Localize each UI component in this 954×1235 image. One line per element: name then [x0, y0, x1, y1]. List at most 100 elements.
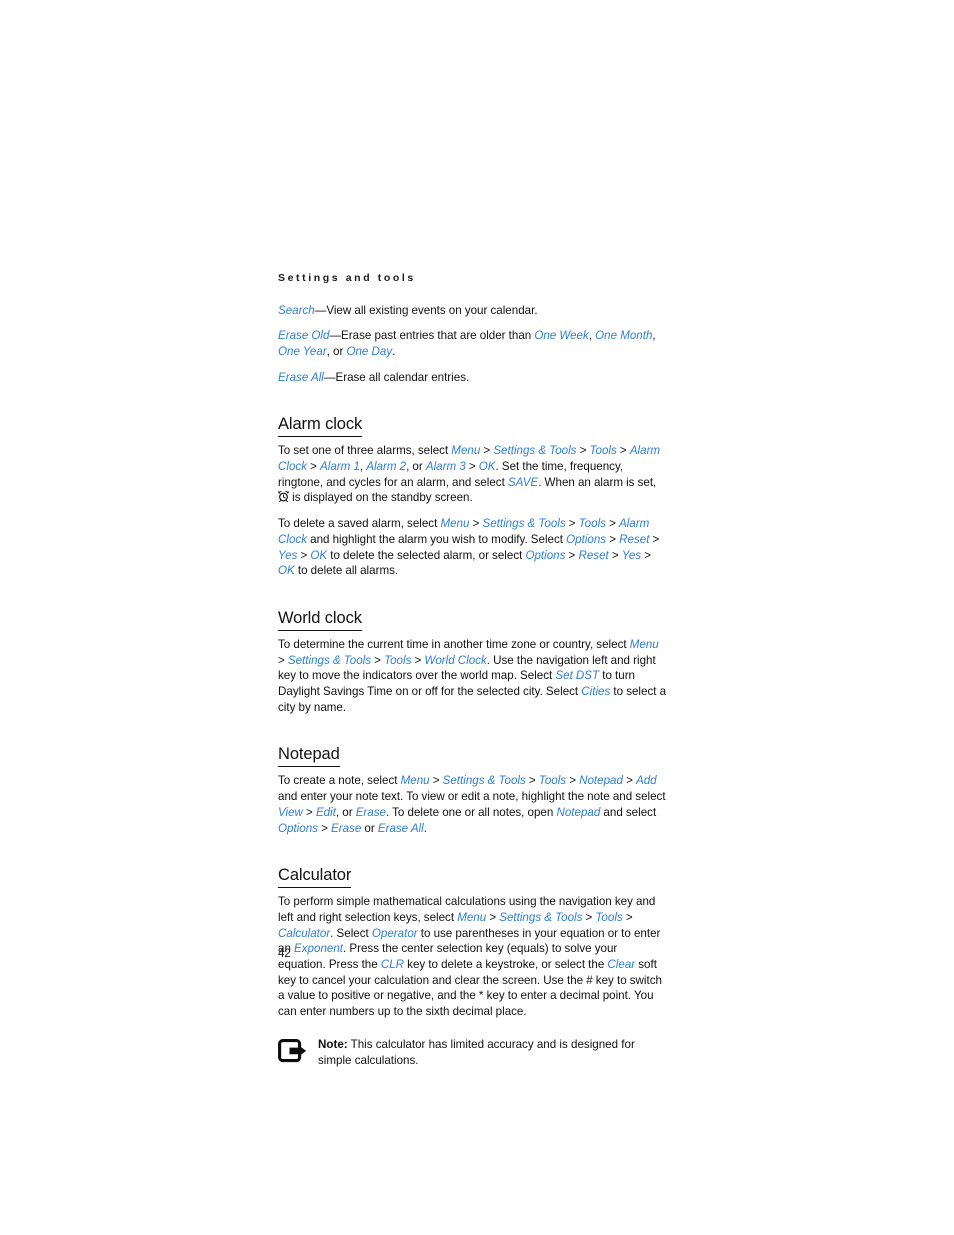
menu-path-link[interactable]: Erase All: [378, 822, 424, 835]
menu-path-link[interactable]: Reset: [619, 533, 649, 546]
menu-path-link[interactable]: Tools: [595, 911, 622, 924]
note-body: This calculator has limited accuracy and…: [318, 1037, 635, 1067]
menu-path-link[interactable]: Notepad: [556, 806, 600, 819]
path-separator: >: [429, 774, 443, 788]
menu-path-link[interactable]: Add: [636, 774, 657, 787]
sections-container: Alarm clock To set one of three alarms, s…: [278, 395, 668, 1019]
body-text: to delete all alarms.: [294, 564, 399, 578]
menu-path-link[interactable]: Erase: [331, 822, 361, 835]
menu-path-link[interactable]: Tools: [579, 517, 606, 530]
path-separator: >: [480, 444, 494, 458]
menu-path-link[interactable]: Settings & Tools: [493, 444, 576, 457]
body-text: , or: [335, 805, 356, 819]
path-separator: >: [565, 548, 579, 562]
page-content-column: Settings and tools Search—View all exist…: [278, 272, 668, 1068]
section-world-clock: World clock To determine the current time…: [278, 589, 668, 715]
section-heading-wrap: Notepad: [278, 725, 668, 773]
menu-path-link[interactable]: Yes: [278, 549, 297, 562]
body-text: .: [423, 821, 427, 835]
path-separator: >: [576, 444, 590, 458]
alarm-clock-icon: [278, 491, 289, 503]
body-text: . Select: [330, 926, 372, 940]
paragraph-alarm-clock-delete: To delete a saved alarm, select Menu > S…: [278, 516, 668, 579]
menu-path-link[interactable]: Menu: [451, 444, 480, 457]
menu-path-link[interactable]: CLR: [381, 958, 404, 971]
menu-path-link[interactable]: SAVE: [508, 476, 538, 489]
body-text: is displayed on the standby screen.: [289, 491, 473, 505]
body-text: —View all existing events on your calend…: [314, 303, 538, 317]
menu-path-link[interactable]: Exponent: [294, 942, 343, 955]
note-arrow-icon: [278, 1038, 308, 1065]
path-separator: >: [278, 653, 288, 667]
menu-path-link[interactable]: Alarm 2: [366, 460, 406, 473]
section-heading-alarm-clock: Alarm clock: [278, 415, 362, 438]
menu-path-link[interactable]: Edit: [316, 806, 336, 819]
path-separator: >: [486, 910, 500, 924]
menu-path-link[interactable]: Menu: [630, 638, 659, 651]
menu-path-link[interactable]: One Year: [278, 345, 327, 358]
menu-path-link[interactable]: Tools: [539, 774, 566, 787]
menu-path-link[interactable]: Options: [566, 533, 606, 546]
menu-path-link[interactable]: One Day: [346, 345, 392, 358]
path-separator: >: [307, 460, 321, 474]
menu-path-link[interactable]: Settings & Tools: [499, 911, 582, 924]
menu-path-link[interactable]: Operator: [372, 927, 418, 940]
menu-path-link[interactable]: Erase All: [278, 371, 324, 384]
path-separator: >: [605, 517, 619, 531]
body-text: and select: [600, 805, 657, 819]
menu-path-link[interactable]: Calculator: [278, 927, 330, 940]
path-separator: >: [649, 532, 660, 546]
section-calculator: Calculator To perform simple mathematical…: [278, 846, 668, 1020]
menu-path-link[interactable]: Clear: [607, 958, 635, 971]
menu-path-link[interactable]: Search: [278, 304, 315, 317]
menu-path-link[interactable]: Alarm 1: [320, 460, 360, 473]
body-text: To create a note, select: [278, 774, 401, 788]
menu-path-link[interactable]: Menu: [401, 774, 430, 787]
paragraph-erase-all: Erase All—Erase all calendar entries.: [278, 370, 668, 386]
menu-path-link[interactable]: Notepad: [579, 774, 623, 787]
menu-path-link[interactable]: World Clock: [424, 654, 486, 667]
menu-path-link[interactable]: Reset: [578, 549, 608, 562]
menu-path-link[interactable]: Yes: [622, 549, 641, 562]
menu-path-link[interactable]: Menu: [440, 517, 469, 530]
menu-path-link[interactable]: Options: [278, 822, 318, 835]
body-text: —Erase all calendar entries.: [323, 370, 470, 384]
menu-path-link[interactable]: One Month: [595, 329, 652, 342]
menu-path-link[interactable]: OK: [310, 549, 327, 562]
path-separator: >: [565, 517, 579, 531]
path-separator: >: [566, 774, 580, 788]
menu-path-link[interactable]: Set DST: [555, 669, 599, 682]
paragraph-erase-old: Erase Old—Erase past entries that are ol…: [278, 328, 668, 359]
menu-path-link[interactable]: Tools: [590, 444, 617, 457]
menu-path-link[interactable]: Erase: [356, 806, 386, 819]
menu-path-link[interactable]: Settings & Tools: [288, 654, 371, 667]
menu-path-link[interactable]: OK: [278, 564, 295, 577]
menu-path-link[interactable]: Settings & Tools: [482, 517, 565, 530]
menu-path-link[interactable]: Menu: [457, 911, 486, 924]
paragraph-calculator-body: To perform simple mathematical calculati…: [278, 894, 668, 1020]
calendar-options-list: Search—View all existing events on your …: [278, 303, 668, 386]
body-text: key to delete a keystroke, or select the: [404, 958, 608, 972]
menu-path-link[interactable]: Settings & Tools: [443, 774, 526, 787]
menu-path-link[interactable]: Tools: [384, 654, 411, 667]
menu-path-link[interactable]: View: [278, 806, 303, 819]
paragraph-world-clock-body: To determine the current time in another…: [278, 637, 668, 716]
menu-path-link[interactable]: Options: [525, 549, 565, 562]
note-callout: Note: This calculator has limited accura…: [278, 1037, 668, 1068]
path-separator: >: [608, 548, 622, 562]
section-notepad: Notepad To create a note, select Menu > S…: [278, 725, 668, 836]
body-text: . When an alarm is set,: [538, 475, 657, 489]
section-heading-notepad: Notepad: [278, 745, 340, 768]
body-text: ,: [652, 329, 656, 343]
menu-path-link[interactable]: Alarm 3: [426, 460, 466, 473]
section-heading-wrap: Alarm clock: [278, 395, 668, 443]
menu-path-link[interactable]: Cities: [581, 685, 610, 698]
page-number: 42: [278, 948, 291, 960]
path-separator: >: [525, 774, 539, 788]
paragraph-notepad-body: To create a note, select Menu > Settings…: [278, 773, 668, 836]
body-text: To determine the current time in another…: [278, 637, 630, 651]
body-text: and highlight the alarm you wish to modi…: [307, 532, 567, 546]
menu-path-link[interactable]: One Week: [534, 329, 588, 342]
menu-path-link[interactable]: OK: [479, 460, 496, 473]
menu-path-link[interactable]: Erase Old: [278, 329, 329, 342]
